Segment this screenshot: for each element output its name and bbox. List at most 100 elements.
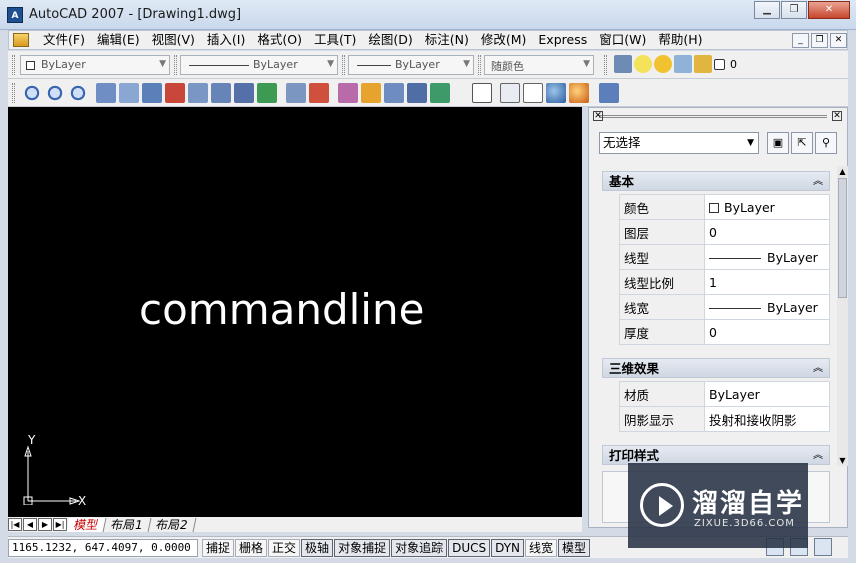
coordinate-readout[interactable]: 1165.1232, 647.4097, 0.0000 bbox=[8, 538, 198, 557]
shell-icon[interactable] bbox=[407, 83, 427, 103]
property-value[interactable]: ByLayer bbox=[704, 194, 830, 220]
lock-icon[interactable] bbox=[694, 55, 712, 73]
tab-layout1[interactable]: 布局1 bbox=[103, 517, 152, 532]
copy-edges-icon[interactable] bbox=[286, 83, 306, 103]
otrack-toggle[interactable]: 对象追踪 bbox=[391, 538, 448, 557]
palette-close-icon[interactable]: ✕ bbox=[832, 111, 842, 121]
section-plot-header[interactable]: 打印样式 ︽ bbox=[602, 445, 830, 465]
property-row[interactable]: 颜色 ByLayer bbox=[619, 194, 830, 220]
toolbar-grip[interactable] bbox=[342, 55, 345, 75]
property-row[interactable]: 厚度 0 bbox=[619, 319, 830, 345]
toolbar-grip[interactable] bbox=[174, 55, 177, 75]
palette-close-icon[interactable]: ✕ bbox=[593, 111, 603, 121]
lineweight-combo[interactable]: ByLayer ▼ bbox=[348, 55, 474, 75]
toggle-pickadd-button[interactable]: ▣ bbox=[767, 132, 789, 154]
menu-format[interactable]: 格式(O) bbox=[251, 31, 308, 49]
dyn-toggle[interactable]: DYN bbox=[491, 538, 525, 557]
drawing-canvas[interactable]: commandline Y X bbox=[8, 107, 582, 517]
palette-titlebar[interactable]: ✕ ✕ bbox=[593, 111, 843, 121]
toolbar-grip[interactable] bbox=[12, 83, 15, 103]
layer-manager-icon[interactable] bbox=[614, 55, 632, 73]
separate-icon[interactable] bbox=[384, 83, 404, 103]
scroll-up-icon[interactable]: ▲ bbox=[837, 166, 848, 177]
close-button[interactable]: ✕ bbox=[808, 1, 850, 19]
menu-dimension[interactable]: 标注(N) bbox=[419, 31, 475, 49]
extrude-faces-icon[interactable] bbox=[96, 83, 116, 103]
property-row[interactable]: 图层 0 bbox=[619, 219, 830, 245]
menu-edit[interactable]: 编辑(E) bbox=[91, 31, 146, 49]
copy-faces-icon[interactable] bbox=[234, 83, 254, 103]
menu-window[interactable]: 窗口(W) bbox=[593, 31, 652, 49]
intersect-icon[interactable] bbox=[68, 83, 88, 103]
linetype-combo[interactable]: ByLayer ▼ bbox=[180, 55, 338, 75]
property-value[interactable]: ByLayer bbox=[704, 244, 830, 270]
lineweight-toggle[interactable]: 线宽 bbox=[525, 538, 558, 557]
menu-view[interactable]: 视图(V) bbox=[146, 31, 201, 49]
delete-faces-icon[interactable] bbox=[165, 83, 185, 103]
osnap-toggle[interactable]: 对象捕捉 bbox=[334, 538, 391, 557]
property-row[interactable]: 材质 ByLayer bbox=[619, 381, 830, 407]
sun-icon[interactable] bbox=[654, 55, 672, 73]
manage-visual-styles-icon[interactable] bbox=[599, 83, 619, 103]
offset-faces-icon[interactable] bbox=[142, 83, 162, 103]
property-value[interactable]: 1 bbox=[704, 269, 830, 295]
ortho-toggle[interactable]: 正交 bbox=[268, 538, 301, 557]
color-faces-icon[interactable] bbox=[257, 83, 277, 103]
property-row[interactable]: 线型 ByLayer bbox=[619, 244, 830, 270]
palette-scrollbar[interactable]: ▲ ▼ bbox=[837, 166, 848, 466]
move-faces-icon[interactable] bbox=[119, 83, 139, 103]
menu-insert[interactable]: 插入(I) bbox=[201, 31, 251, 49]
doc-restore-button[interactable]: ❐ bbox=[811, 32, 828, 48]
restore-button[interactable]: ❐ bbox=[781, 1, 807, 19]
collapse-icon[interactable]: ︽ bbox=[813, 359, 823, 379]
palette-grip[interactable] bbox=[599, 115, 827, 118]
menu-file[interactable]: 文件(F) bbox=[37, 31, 91, 49]
taper-faces-icon[interactable] bbox=[211, 83, 231, 103]
subtract-icon[interactable] bbox=[45, 83, 65, 103]
doc-minimize-button[interactable]: _ bbox=[792, 32, 809, 48]
polar-toggle[interactable]: 极轴 bbox=[301, 538, 334, 557]
next-tab-button[interactable]: ▶ bbox=[38, 518, 52, 531]
color-combo[interactable]: ByLayer ▼ bbox=[20, 55, 170, 75]
property-value[interactable]: 0 bbox=[704, 219, 830, 245]
minimize-button[interactable]: ▁ bbox=[754, 1, 780, 19]
collapse-icon[interactable]: ︽ bbox=[813, 446, 823, 466]
scroll-thumb[interactable] bbox=[838, 178, 847, 298]
property-value[interactable]: 0 bbox=[704, 319, 830, 345]
property-row[interactable]: 线宽 ByLayer bbox=[619, 294, 830, 320]
document-menu-icon[interactable] bbox=[13, 33, 29, 47]
rotate-faces-icon[interactable] bbox=[188, 83, 208, 103]
property-row[interactable]: 线型比例 1 bbox=[619, 269, 830, 295]
toolbar-grip[interactable] bbox=[12, 55, 15, 75]
ducs-toggle[interactable]: DUCS bbox=[448, 538, 491, 557]
layer-freeze-icon[interactable] bbox=[674, 55, 692, 73]
property-value[interactable]: ByLayer bbox=[704, 381, 830, 407]
scroll-down-icon[interactable]: ▼ bbox=[837, 455, 848, 466]
union-icon[interactable] bbox=[22, 83, 42, 103]
section-basic-header[interactable]: 基本 ︽ bbox=[602, 171, 830, 191]
menu-modify[interactable]: 修改(M) bbox=[475, 31, 533, 49]
color-edges-icon[interactable] bbox=[309, 83, 329, 103]
hidden-visual-style-icon[interactable] bbox=[523, 83, 543, 103]
clean-icon[interactable] bbox=[361, 83, 381, 103]
first-tab-button[interactable]: |◀ bbox=[8, 518, 22, 531]
clean-screen-icon[interactable] bbox=[814, 538, 832, 556]
tab-layout2[interactable]: 布局2 bbox=[148, 517, 196, 532]
snap-toggle[interactable]: 捕捉 bbox=[202, 538, 235, 557]
section-3d-header[interactable]: 三维效果 ︽ bbox=[602, 358, 830, 378]
menu-draw[interactable]: 绘图(D) bbox=[362, 31, 418, 49]
conceptual-visual-style-icon[interactable] bbox=[569, 83, 589, 103]
last-tab-button[interactable]: ▶| bbox=[53, 518, 67, 531]
menu-help[interactable]: 帮助(H) bbox=[652, 31, 708, 49]
check-icon[interactable] bbox=[430, 83, 450, 103]
section-plane-icon[interactable] bbox=[472, 83, 492, 103]
prev-tab-button[interactable]: ◀ bbox=[23, 518, 37, 531]
property-row[interactable]: 阴影显示 投射和接收阴影 bbox=[619, 406, 830, 432]
toolbar-grip[interactable] bbox=[604, 55, 607, 75]
selection-combo[interactable]: 无选择 ▼ bbox=[599, 132, 759, 154]
realistic-visual-style-icon[interactable] bbox=[546, 83, 566, 103]
property-value[interactable]: 投射和接收阴影 bbox=[704, 406, 830, 432]
model-toggle[interactable]: 模型 bbox=[558, 538, 591, 557]
doc-close-button[interactable]: ✕ bbox=[830, 32, 847, 48]
box-wireframe-icon[interactable] bbox=[500, 83, 520, 103]
